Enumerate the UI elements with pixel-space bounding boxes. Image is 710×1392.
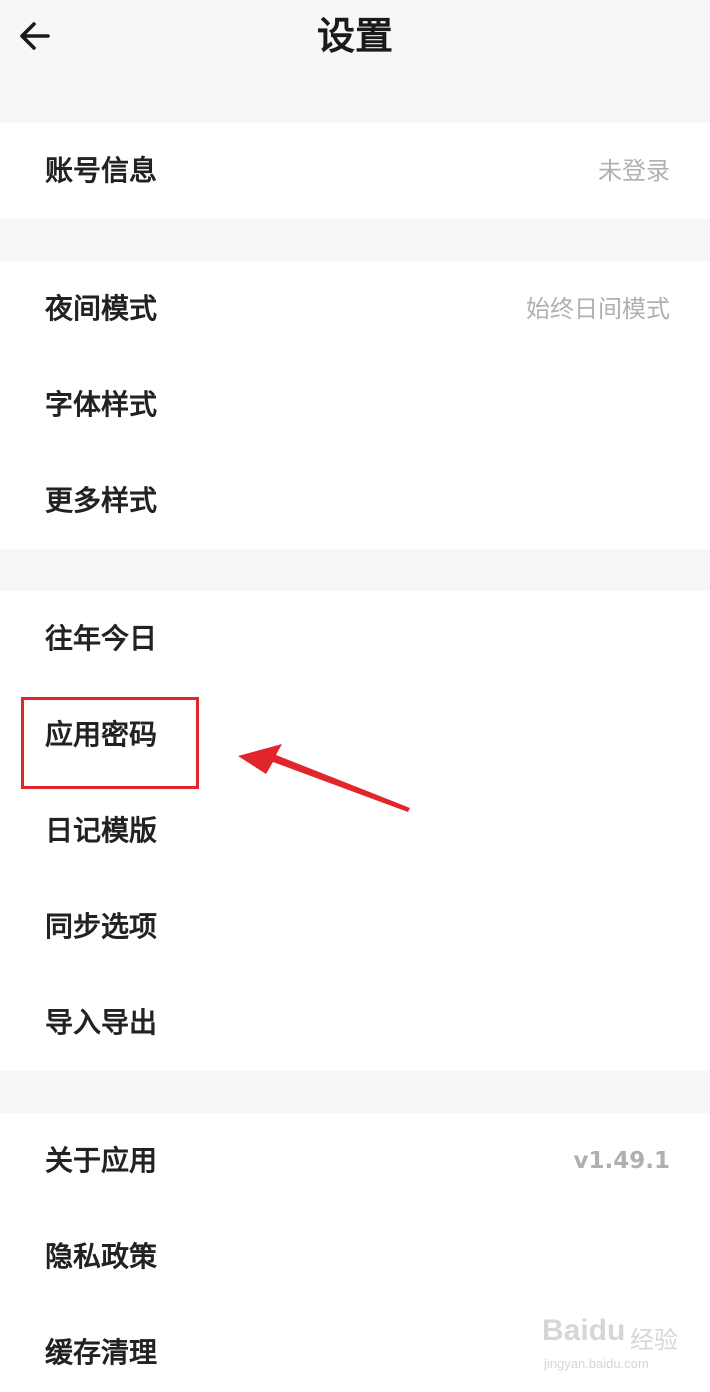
settings-group-about: 关于应用 v1.49.1 隐私政策 缓存清理 — [0, 1113, 710, 1392]
back-button[interactable] — [14, 14, 62, 58]
settings-item-clear-cache[interactable]: 缓存清理 — [0, 1305, 710, 1392]
settings-item-label: 应用密码 — [45, 718, 158, 751]
settings-item-font-style[interactable]: 字体样式 — [0, 357, 710, 453]
settings-item-label: 导入导出 — [45, 1006, 158, 1039]
settings-group-features: 往年今日 应用密码 日记模版 同步选项 导入导出 — [0, 591, 710, 1071]
settings-item-app-password[interactable]: 应用密码 — [0, 687, 710, 783]
settings-item-night-mode[interactable]: 夜间模式 始终日间模式 — [0, 261, 710, 357]
settings-item-label: 同步选项 — [45, 910, 158, 943]
settings-item-more-styles[interactable]: 更多样式 — [0, 453, 710, 549]
settings-item-label: 隐私政策 — [45, 1240, 158, 1273]
settings-item-diary-template[interactable]: 日记模版 — [0, 783, 710, 879]
settings-item-on-this-day[interactable]: 往年今日 — [0, 591, 710, 687]
settings-group-appearance: 夜间模式 始终日间模式 字体样式 更多样式 — [0, 261, 710, 549]
app-version: v1.49.1 — [573, 1148, 670, 1174]
settings-item-label: 字体样式 — [45, 388, 158, 421]
settings-item-import-export[interactable]: 导入导出 — [0, 975, 710, 1071]
settings-item-label: 夜间模式 — [45, 292, 158, 325]
settings-item-label: 关于应用 — [45, 1144, 158, 1177]
settings-item-account-info[interactable]: 账号信息 未登录 — [0, 123, 710, 219]
settings-item-value: 始终日间模式 — [526, 295, 670, 323]
settings-page: 设置 账号信息 未登录 夜间模式 始终日间模式 字体样式 更多样式 往年今日 应… — [0, 0, 710, 1392]
back-arrow-icon — [20, 22, 50, 50]
settings-item-label: 账号信息 — [45, 154, 158, 187]
settings-item-label: 日记模版 — [45, 814, 158, 847]
settings-item-label: 往年今日 — [45, 622, 158, 655]
page-title: 设置 — [316, 14, 393, 58]
settings-item-label: 更多样式 — [45, 484, 158, 517]
settings-item-privacy-policy[interactable]: 隐私政策 — [0, 1209, 710, 1305]
settings-item-value: 未登录 — [598, 157, 670, 185]
settings-item-label: 缓存清理 — [45, 1336, 158, 1369]
settings-group-account: 账号信息 未登录 — [0, 123, 710, 219]
settings-item-sync-options[interactable]: 同步选项 — [0, 879, 710, 975]
settings-item-about-app[interactable]: 关于应用 v1.49.1 — [0, 1113, 710, 1209]
header-bar: 设置 — [0, 0, 710, 78]
